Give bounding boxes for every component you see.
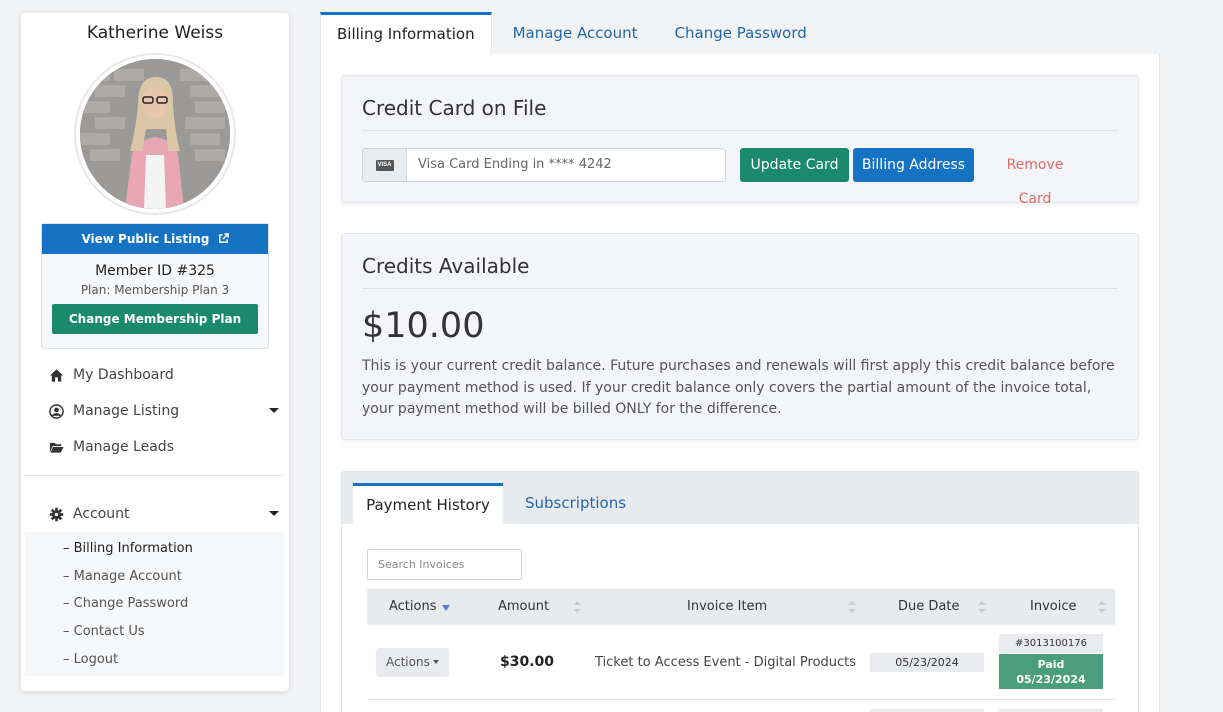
- avatar-photo: [80, 59, 230, 209]
- member-name: Katherine Weiss: [86, 23, 224, 43]
- history-tabs: Payment History Subscriptions: [342, 472, 1138, 524]
- remove-card-link[interactable]: Remove Card: [990, 148, 1080, 207]
- column-header-due-date[interactable]: Due Date: [898, 589, 959, 625]
- chevron-down-icon: [269, 511, 279, 516]
- credit-card-title: Credit Card on File: [362, 96, 547, 120]
- table-row: [367, 701, 1115, 712]
- card-on-file-field: VISA Visa Card Ending in **** 4242: [362, 148, 726, 182]
- tab-manage-account[interactable]: Manage Account: [492, 12, 656, 55]
- credits-description: This is your current credit balance. Fut…: [362, 358, 1115, 418]
- credit-card-panel: Credit Card on File VISA Visa Card Endin…: [341, 75, 1139, 207]
- view-public-listing-button[interactable]: View Public Listing: [42, 224, 268, 254]
- tab-change-password[interactable]: Change Password: [656, 12, 823, 55]
- home-icon: [49, 368, 64, 382]
- sidebar-nav: My Dashboard Manage Listing Manage Leads: [49, 357, 279, 465]
- avatar: [76, 55, 234, 213]
- credit-card-icon: VISA: [375, 159, 394, 171]
- submenu-billing-information[interactable]: – Billing Information: [25, 535, 285, 563]
- sidebar-item-label: Manage Listing: [73, 403, 180, 419]
- update-card-button[interactable]: Update Card: [740, 148, 849, 182]
- due-date-badge: 05/23/2024: [870, 653, 984, 672]
- column-header-invoice-item[interactable]: Invoice Item: [687, 589, 767, 625]
- sort-desc-icon[interactable]: [442, 605, 450, 611]
- column-header-actions[interactable]: Actions: [389, 589, 437, 625]
- external-link-icon: [218, 233, 229, 243]
- invoice-item: Ticket to Access Event - Digital Product…: [595, 655, 857, 670]
- paid-date: 05/23/2024: [1016, 673, 1086, 686]
- change-membership-plan-button[interactable]: Change Membership Plan: [52, 304, 258, 334]
- sidebar-item-account[interactable]: Account: [49, 496, 279, 532]
- table-row: Actions $30.00 Ticket to Access Event - …: [367, 625, 1115, 700]
- sidebar-item-manage-leads[interactable]: Manage Leads: [49, 429, 279, 465]
- column-header-invoice[interactable]: Invoice: [1030, 589, 1076, 625]
- sidebar-item-dashboard[interactable]: My Dashboard: [49, 357, 279, 393]
- member-card: View Public Listing Member ID #325 Plan:…: [41, 223, 269, 349]
- invoice-table-header: Actions Amount Invoice Item Due Date Inv…: [367, 589, 1115, 625]
- tab-billing-information[interactable]: Billing Information: [320, 12, 492, 55]
- paid-status-label: Paid: [1037, 658, 1065, 671]
- invoice-number-link[interactable]: #3013100176: [999, 634, 1103, 653]
- sort-icon[interactable]: [978, 601, 986, 613]
- billing-address-button[interactable]: Billing Address: [853, 148, 974, 182]
- sort-icon[interactable]: [573, 601, 581, 613]
- sidebar-divider: [25, 475, 285, 476]
- payment-history-panel: Payment History Subscriptions Search Inv…: [341, 471, 1139, 712]
- divider: [362, 130, 1118, 131]
- divider: [362, 288, 1118, 289]
- sort-icon[interactable]: [848, 601, 856, 613]
- caret-down-icon: [432, 660, 439, 664]
- sidebar-item-label: Manage Leads: [73, 439, 174, 455]
- user-circle-icon: [49, 403, 64, 419]
- sidebar-item-manage-listing[interactable]: Manage Listing: [49, 393, 279, 429]
- chevron-down-icon: [269, 408, 279, 413]
- row-actions-label: Actions: [386, 655, 430, 669]
- submenu-contact-us[interactable]: – Contact Us: [25, 618, 285, 646]
- sort-icon[interactable]: [1098, 601, 1106, 613]
- search-invoices-input[interactable]: Search Invoices: [367, 549, 522, 580]
- submenu-logout[interactable]: – Logout: [25, 646, 285, 674]
- credit-balance: $10.00: [362, 306, 485, 346]
- sidebar: Katherine Weiss View Public Listing Memb…: [21, 13, 289, 691]
- credits-panel: Credits Available $10.00 This is your cu…: [341, 233, 1139, 440]
- column-header-amount[interactable]: Amount: [498, 589, 549, 625]
- card-on-file-text: Visa Card Ending in **** 4242: [418, 157, 612, 172]
- account-submenu: – Billing Information – Manage Account –…: [25, 532, 285, 677]
- submenu-manage-account[interactable]: – Manage Account: [25, 563, 285, 591]
- tab-subscriptions[interactable]: Subscriptions: [525, 483, 626, 524]
- sidebar-item-label: My Dashboard: [73, 367, 174, 383]
- member-id: Member ID #325: [95, 263, 215, 279]
- card-addon: VISA: [363, 149, 407, 181]
- view-public-listing-label: View Public Listing: [81, 232, 210, 246]
- account-nav: Account: [49, 496, 279, 532]
- membership-plan: Plan: Membership Plan 3: [80, 283, 230, 297]
- tab-payment-history[interactable]: Payment History: [353, 483, 503, 524]
- submenu-change-password[interactable]: – Change Password: [25, 590, 285, 618]
- row-actions-dropdown[interactable]: Actions: [376, 648, 449, 677]
- gear-icon: [49, 507, 64, 521]
- invoice-amount: $30.00: [500, 654, 555, 670]
- paid-status-badge: Paid 05/23/2024: [999, 654, 1103, 689]
- sidebar-item-label: Account: [73, 506, 130, 522]
- account-tabs: Billing Information Manage Account Chang…: [320, 12, 823, 55]
- folder-open-icon: [49, 442, 64, 453]
- credits-title: Credits Available: [362, 254, 530, 278]
